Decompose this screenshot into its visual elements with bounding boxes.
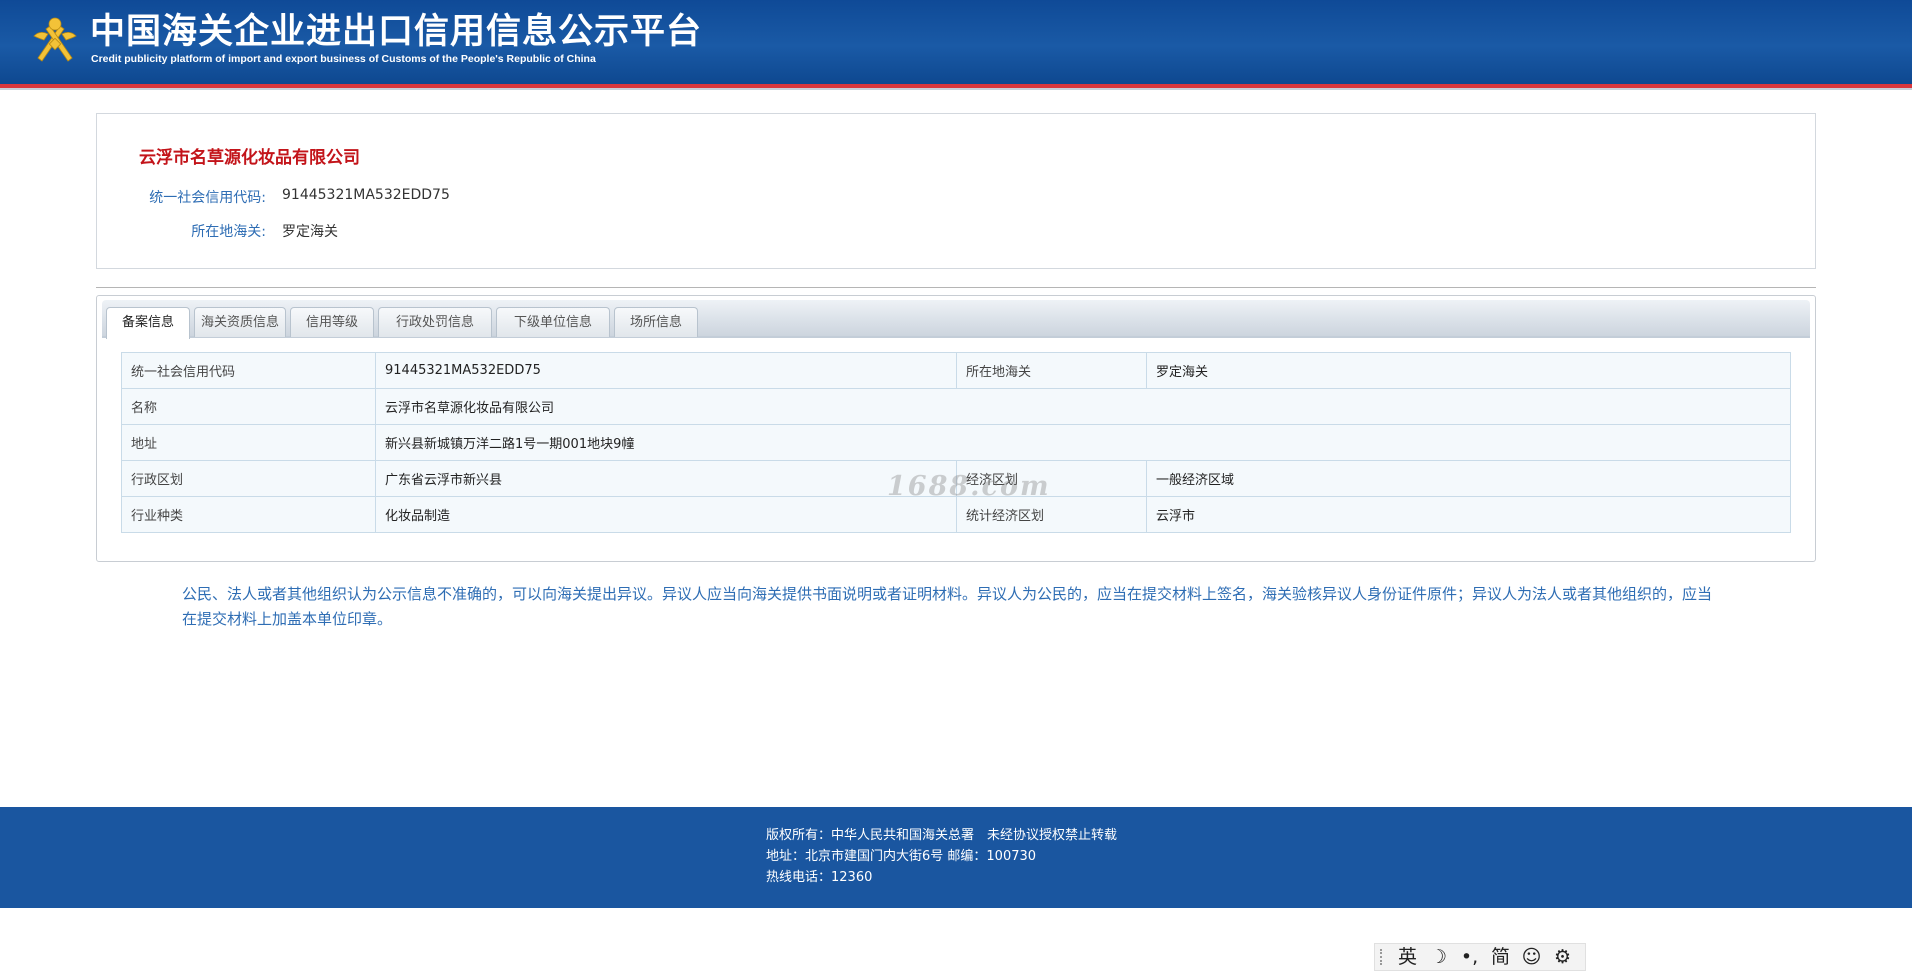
gear-icon[interactable]: ⚙ — [1547, 944, 1578, 970]
industry-cell-label: 行业种类 — [121, 496, 376, 533]
table-row: 名称 云浮市名草源化妆品有限公司 — [121, 388, 1791, 425]
tab-administrative-penalty[interactable]: 行政处罚信息 — [378, 307, 492, 337]
footer-hotline: 热线电话：12360 — [766, 870, 873, 885]
record-info-table: 统一社会信用代码 91445321MA532EDD75 所在地海关 罗定海关 名… — [121, 352, 1791, 533]
tab-bar: 备案信息 海关资质信息 信用等级 行政处罚信息 下级单位信息 场所信息 — [102, 300, 1810, 339]
credit-code-label: 统一社会信用代码: — [149, 190, 266, 206]
address-cell-label: 地址 — [121, 424, 376, 461]
company-name: 云浮市名草源化妆品有限公司 — [139, 148, 360, 168]
punctuation-icon[interactable]: •, — [1454, 944, 1485, 970]
ime-script-toggle[interactable]: 简 — [1485, 944, 1516, 970]
name-cell-label: 名称 — [121, 388, 376, 425]
footer-address: 地址：北京市建国门内大街6号 邮编：100730 — [766, 849, 1037, 864]
admin-region-cell-value: 广东省云浮市新兴县 — [375, 460, 957, 497]
ime-language-toggle[interactable]: 英 — [1392, 944, 1423, 970]
customs-value: 罗定海关 — [282, 224, 338, 240]
header-shadow — [0, 88, 1912, 90]
record-panel: 备案信息 海关资质信息 信用等级 行政处罚信息 下级单位信息 场所信息 统一社会… — [96, 295, 1816, 562]
site-footer: 版权所有：中华人民共和国海关总署 未经协议授权禁止转载 地址：北京市建国门内大街… — [0, 807, 1912, 908]
stat-region-cell-value: 云浮市 — [1146, 496, 1791, 533]
customs-label: 所在地海关: — [191, 224, 266, 240]
credit-code-cell-value: 91445321MA532EDD75 — [375, 352, 957, 389]
name-cell-value: 云浮市名草源化妆品有限公司 — [375, 388, 1791, 425]
objection-notice: 公民、法人或者其他组织认为公示信息不准确的，可以向海关提出异议。异议人应当向海关… — [182, 585, 1713, 628]
section-divider — [96, 287, 1816, 288]
credit-code-cell-label: 统一社会信用代码 — [121, 352, 376, 389]
footer-copyright: 版权所有：中华人民共和国海关总署 未经协议授权禁止转载 — [766, 828, 1118, 843]
moon-icon[interactable]: ☽ — [1423, 944, 1454, 970]
emoji-icon[interactable]: ☺ — [1516, 944, 1547, 970]
customs-cell-value: 罗定海关 — [1146, 352, 1791, 389]
customs-cell-label: 所在地海关 — [956, 352, 1147, 389]
ime-toolbar: 英 ☽ •, 简 ☺ ⚙ — [1374, 943, 1586, 971]
tab-record-info[interactable]: 备案信息 — [106, 307, 190, 339]
table-row: 地址 新兴县新城镇万洋二路1号一期001地块9幢 — [121, 424, 1791, 461]
table-row: 统一社会信用代码 91445321MA532EDD75 所在地海关 罗定海关 — [121, 352, 1791, 389]
address-cell-value: 新兴县新城镇万洋二路1号一期001地块9幢 — [375, 424, 1791, 461]
tab-subordinate-units[interactable]: 下级单位信息 — [496, 307, 610, 337]
site-header: 中国海关企业进出口信用信息公示平台 Credit publicity platf… — [0, 0, 1912, 84]
watermark-text: 1688.com — [887, 471, 1051, 502]
industry-cell-value: 化妆品制造 — [375, 496, 957, 533]
site-title: 中国海关企业进出口信用信息公示平台 — [90, 12, 703, 52]
tab-premises-info[interactable]: 场所信息 — [614, 307, 698, 337]
admin-region-cell-label: 行政区划 — [121, 460, 376, 497]
credit-code-value: 91445321MA532EDD75 — [282, 187, 450, 203]
tab-credit-rating[interactable]: 信用等级 — [290, 307, 374, 337]
tab-customs-qualification[interactable]: 海关资质信息 — [194, 307, 286, 337]
customs-emblem-icon — [33, 17, 77, 62]
econ-region-cell-value: 一般经济区域 — [1146, 460, 1791, 497]
ime-drag-handle-icon[interactable] — [1380, 949, 1392, 965]
company-summary-card: 云浮市名草源化妆品有限公司 统一社会信用代码: 91445321MA532EDD… — [96, 113, 1816, 269]
site-subtitle: Credit publicity platform of import and … — [91, 53, 596, 65]
